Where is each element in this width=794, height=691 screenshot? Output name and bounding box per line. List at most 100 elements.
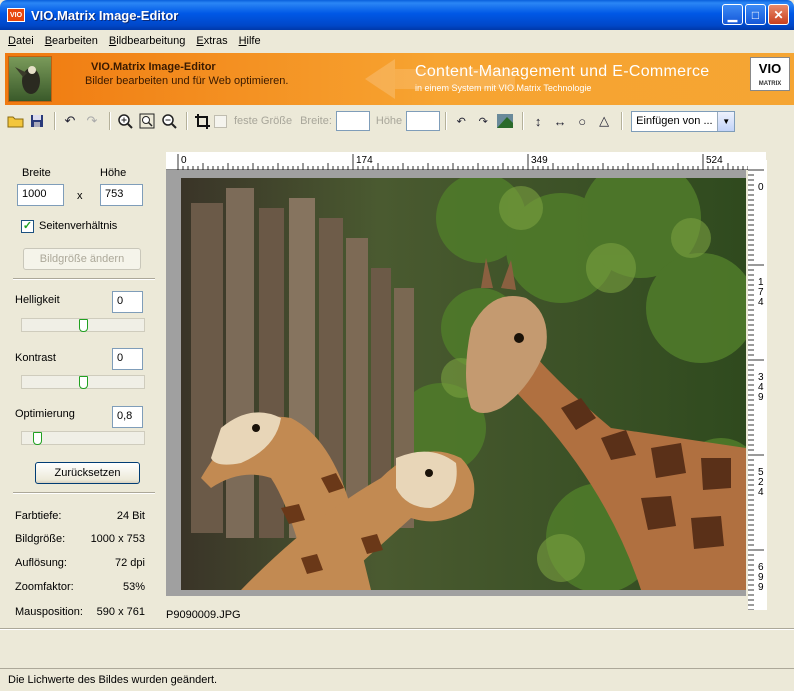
- giraffe-photo[interactable]: [181, 178, 746, 590]
- maximize-button[interactable]: □: [745, 4, 766, 25]
- top-ruler-ticks: 0174349524699874: [177, 154, 769, 170]
- resize-image-button[interactable]: Bildgröße ändern: [23, 248, 141, 270]
- divider: [13, 492, 155, 494]
- banner-headline: Content-Management und E-Commerce: [415, 63, 710, 80]
- banner-subtitle: Bilder bearbeiten und für Web optimieren…: [85, 75, 289, 87]
- rotate-left-icon[interactable]: ↶: [451, 111, 471, 131]
- undo-icon[interactable]: ↶: [60, 111, 80, 131]
- ruler-label: 9: [758, 582, 764, 593]
- chevron-down-icon[interactable]: ▼: [717, 111, 735, 131]
- arrow-decoration-icon: [365, 59, 395, 99]
- contrast-input[interactable]: 0: [112, 348, 143, 370]
- close-button[interactable]: ✕: [768, 4, 789, 25]
- left-panel: Breite Höhe 1000 x 753 ✓ Seitenverhältni…: [5, 136, 160, 630]
- menu-extras[interactable]: Extras: [196, 35, 227, 47]
- height-input[interactable]: 753: [100, 184, 143, 206]
- contrast-slider[interactable]: [21, 375, 145, 389]
- status-text: Die Lichwerte des Bildes wurden geändert…: [8, 674, 218, 686]
- image-adjust-icon[interactable]: [495, 111, 515, 131]
- ruler-label: 349: [531, 155, 548, 166]
- brightness-slider[interactable]: [21, 318, 145, 332]
- crop-icon[interactable]: [192, 111, 212, 131]
- top-ruler: 0174349524699874: [166, 152, 769, 170]
- banner-tagline: in einem System mit VIO.Matrix Technolog…: [415, 83, 592, 93]
- toolbar-separator: [445, 112, 447, 130]
- flip-horizontal-icon[interactable]: ↔: [550, 111, 570, 131]
- optimize-label: Optimierung: [15, 408, 75, 420]
- blur-drop-icon[interactable]: ○: [572, 111, 592, 131]
- brightness-thumb[interactable]: [79, 319, 88, 332]
- info-label: Mausposition:: [15, 606, 83, 618]
- save-icon[interactable]: [27, 111, 47, 131]
- zoom-fit-icon[interactable]: [137, 111, 157, 131]
- logo-main: VIO: [758, 61, 782, 76]
- width-input[interactable]: 1000: [17, 184, 64, 206]
- zoom-in-icon[interactable]: [115, 111, 135, 131]
- crop-width-label: Breite:: [300, 115, 332, 127]
- optimize-thumb[interactable]: [33, 432, 43, 445]
- brightness-label: Helligkeit: [15, 294, 60, 306]
- optimize-slider[interactable]: [21, 431, 145, 445]
- image-canvas[interactable]: [166, 170, 746, 596]
- fixed-size-label: feste Größe: [234, 115, 293, 127]
- info-label: Bildgröße:: [15, 533, 66, 545]
- flip-vertical-icon[interactable]: ↕: [528, 111, 548, 131]
- menu-bearbeiten[interactable]: Bearbeiten: [45, 35, 98, 47]
- bird-image-icon: [8, 56, 52, 102]
- info-value: 590 x 761: [96, 606, 145, 618]
- ruler-label: 9: [758, 392, 764, 403]
- contrast-label: Kontrast: [15, 352, 56, 364]
- side-ruler: 0174349524699: [748, 160, 767, 611]
- info-color-depth: Farbtiefe: 24 Bit: [15, 510, 145, 522]
- height-label: Höhe: [100, 167, 127, 179]
- app-icon: VIO: [7, 8, 25, 22]
- banner-title: VIO.Matrix Image-Editor: [91, 61, 216, 73]
- vio-matrix-logo: VIO MATRIX: [750, 57, 790, 91]
- crop-width-input[interactable]: [335, 111, 370, 131]
- toolbar-separator: [54, 112, 55, 130]
- toolbar-separator: [621, 112, 623, 130]
- filename-label: P9090009.JPG: [166, 609, 241, 621]
- info-image-size: Bildgröße: 1000 x 753: [15, 533, 145, 545]
- info-label: Zoomfaktor:: [15, 581, 74, 593]
- aspect-ratio-checkbox[interactable]: ✓: [21, 220, 34, 233]
- minimize-button[interactable]: ▁: [722, 4, 743, 25]
- ruler-label: 0: [758, 182, 764, 193]
- open-folder-icon[interactable]: [5, 111, 25, 131]
- reset-button[interactable]: Zurücksetzen: [35, 462, 140, 484]
- title-bar: VIO VIO.Matrix Image-Editor ▁ □ ✕: [0, 0, 794, 30]
- logo-sub: MATRIX: [758, 81, 782, 87]
- info-value: 53%: [122, 581, 145, 593]
- window-title: VIO.Matrix Image-Editor: [31, 7, 179, 23]
- zoom-out-icon[interactable]: [159, 111, 179, 131]
- toolbar-separator: [109, 112, 110, 130]
- insert-from-select[interactable]: Einfügen von ... ▼: [631, 110, 736, 132]
- optimize-input[interactable]: 0,8: [112, 406, 143, 428]
- toolbar: ↶ ↷ feste Größe Breite: Höhe ↶ ↷ ↕ ↔ ○ △…: [5, 108, 794, 134]
- info-mouse-position: Mausposition: 590 x 761: [15, 606, 145, 618]
- divider: [0, 628, 794, 630]
- info-label: Farbtiefe:: [15, 510, 62, 522]
- ruler-label: 4: [758, 297, 764, 308]
- aspect-ratio-label: Seitenverhältnis: [39, 220, 118, 232]
- crop-height-input[interactable]: [406, 111, 441, 131]
- fixed-size-checkbox[interactable]: [214, 114, 227, 128]
- divider: [13, 278, 155, 280]
- info-value: 1000 x 753: [90, 533, 145, 545]
- info-resolution: Auflösung: 72 dpi: [15, 557, 145, 569]
- times-label: x: [77, 190, 83, 202]
- menu-bildbearbeitung[interactable]: Bildbearbeitung: [109, 35, 185, 47]
- ruler-label: 174: [356, 155, 373, 166]
- menu-hilfe[interactable]: Hilfe: [239, 35, 261, 47]
- info-label: Auflösung:: [15, 557, 67, 569]
- info-value: 24 Bit: [116, 510, 145, 522]
- contrast-thumb[interactable]: [79, 376, 88, 389]
- menu-datei[interactable]: Datei: [8, 35, 34, 47]
- redo-icon[interactable]: ↷: [82, 111, 102, 131]
- menu-bar: Datei Bearbeiten Bildbearbeitung Extras …: [0, 30, 794, 52]
- brightness-input[interactable]: 0: [112, 291, 143, 313]
- toolbar-separator: [522, 112, 524, 130]
- sharpen-icon[interactable]: △: [594, 111, 614, 131]
- rotate-right-icon[interactable]: ↷: [473, 111, 493, 131]
- status-bar: Die Lichwerte des Bildes wurden geändert…: [0, 668, 794, 691]
